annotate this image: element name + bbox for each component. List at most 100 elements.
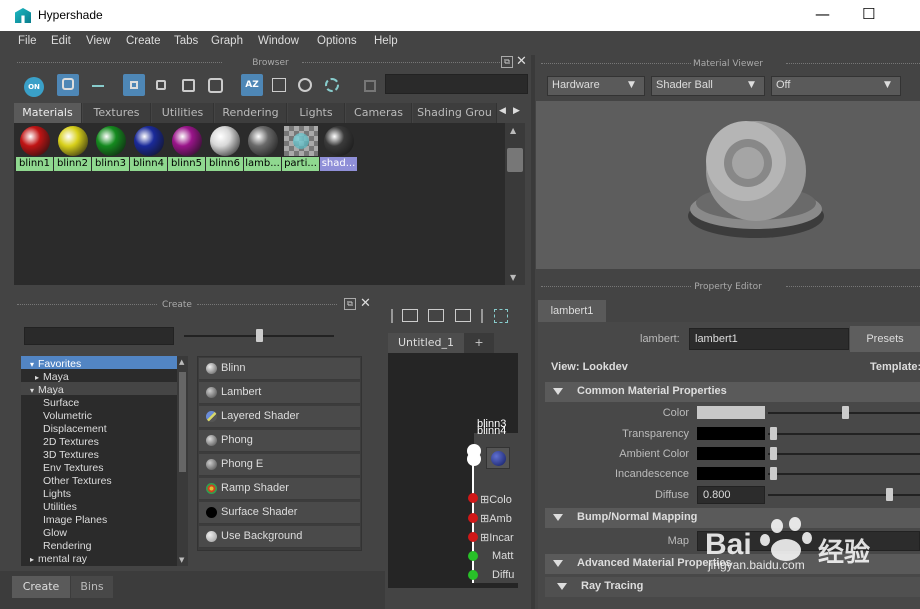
- material-swatch[interactable]: parti...: [282, 123, 319, 173]
- incandescence-swatch[interactable]: [697, 467, 765, 480]
- create-node-item[interactable]: Layered Shader: [199, 406, 360, 428]
- maximize-button[interactable]: ☐: [862, 5, 875, 23]
- port-diffuse[interactable]: [468, 570, 478, 580]
- material-swatch[interactable]: blinn2: [54, 123, 91, 173]
- tab-utilities[interactable]: Utilities: [152, 103, 214, 123]
- tree-item[interactable]: ▾ Maya: [30, 384, 64, 396]
- create-node-item[interactable]: Phong: [199, 430, 360, 452]
- tab-scroll-left-icon[interactable]: ◀: [499, 106, 506, 116]
- incandescence-slider-thumb[interactable]: [770, 467, 777, 480]
- menu-window[interactable]: Window: [258, 35, 299, 47]
- tree-scrollbar[interactable]: ▲ ▼: [177, 356, 188, 566]
- menu-options[interactable]: Options: [317, 35, 357, 47]
- graph-output-icon[interactable]: [455, 309, 471, 322]
- swatch-view-icon[interactable]: [57, 74, 79, 96]
- tab-cameras[interactable]: Cameras: [346, 103, 412, 123]
- tree-item[interactable]: Utilities: [43, 501, 77, 513]
- color-swatch[interactable]: [697, 406, 765, 419]
- section-bump-mapping[interactable]: Bump/Normal Mapping: [545, 508, 920, 528]
- menu-create[interactable]: Create: [126, 35, 161, 47]
- transparency-slider-thumb[interactable]: [770, 427, 777, 440]
- sort-type-icon[interactable]: [272, 78, 286, 92]
- tree-item[interactable]: Displacement: [43, 423, 107, 435]
- tab-materials[interactable]: Materials: [14, 103, 82, 123]
- material-swatch[interactable]: blinn1: [16, 123, 53, 173]
- create-close-icon[interactable]: ✕: [360, 296, 371, 311]
- diffuse-slider-thumb[interactable]: [886, 488, 893, 501]
- lock-icon[interactable]: [364, 80, 376, 92]
- material-swatch[interactable]: lamb...: [244, 123, 281, 173]
- on-toggle-icon[interactable]: ON: [24, 77, 44, 97]
- geometry-dropdown[interactable]: Shader Ball ▼: [651, 76, 765, 96]
- close-panel-icon[interactable]: ✕: [516, 54, 527, 69]
- material-swatch[interactable]: blinn5: [168, 123, 205, 173]
- material-preview[interactable]: [536, 101, 920, 269]
- small-swatch-icon[interactable]: [123, 74, 145, 96]
- tab-lights[interactable]: Lights: [288, 103, 345, 123]
- tab-rendering[interactable]: Rendering: [215, 103, 287, 123]
- ambient-slider[interactable]: [768, 453, 920, 455]
- presets-button[interactable]: Presets: [850, 326, 920, 352]
- graph-input-icon[interactable]: [402, 309, 418, 322]
- map-input[interactable]: [697, 531, 920, 551]
- tree-expand-icon[interactable]: ▾: [30, 360, 34, 369]
- menu-view[interactable]: View: [86, 35, 111, 47]
- medium-swatch-icon[interactable]: [156, 80, 166, 90]
- diffuse-slider[interactable]: [768, 494, 920, 496]
- environment-dropdown[interactable]: Off ▼: [771, 76, 901, 96]
- list-view-icon[interactable]: [92, 85, 104, 87]
- tab-textures[interactable]: Textures: [83, 103, 151, 123]
- browser-search-input[interactable]: [385, 74, 528, 94]
- xlarge-swatch-icon[interactable]: [208, 78, 223, 93]
- minimize-button[interactable]: —: [815, 5, 830, 23]
- create-node-item[interactable]: Use Background: [199, 526, 360, 548]
- tab-shading-groups[interactable]: Shading Grou: [413, 103, 497, 123]
- material-name-input[interactable]: lambert1: [689, 328, 849, 350]
- renderer-dropdown[interactable]: Hardware ▼: [547, 76, 645, 96]
- create-search-input[interactable]: [24, 327, 174, 345]
- graph-io-icon[interactable]: [428, 309, 444, 322]
- color-slider-thumb[interactable]: [842, 406, 849, 419]
- create-float-icon[interactable]: ⧉: [344, 298, 356, 310]
- tree-item[interactable]: Env Textures: [43, 462, 104, 474]
- refresh-icon[interactable]: [325, 78, 339, 92]
- tree-item[interactable]: Rendering: [43, 540, 91, 552]
- browser-scrollbar[interactable]: ▲ ▼: [505, 123, 525, 285]
- section-ray-tracing[interactable]: Ray Tracing: [545, 577, 920, 597]
- tree-expand-icon[interactable]: ▸: [35, 373, 39, 382]
- tree-item[interactable]: Volumetric: [43, 410, 92, 422]
- port-color[interactable]: [468, 493, 478, 503]
- tree-item[interactable]: ▸ Maya: [35, 371, 69, 383]
- section-common-material[interactable]: Common Material Properties: [545, 382, 920, 402]
- ambient-swatch[interactable]: [697, 447, 765, 460]
- material-swatch[interactable]: shad...: [320, 123, 357, 173]
- tree-item[interactable]: Image Planes: [43, 514, 107, 526]
- menu-edit[interactable]: Edit: [51, 35, 71, 47]
- port-matte[interactable]: [468, 551, 478, 561]
- tree-item[interactable]: ▾ Favorites: [30, 358, 81, 370]
- tree-item[interactable]: 3D Textures: [43, 449, 99, 461]
- create-node-item[interactable]: Lambert: [199, 382, 360, 404]
- float-panel-icon[interactable]: ⧉: [501, 56, 513, 68]
- menu-tabs[interactable]: Tabs: [174, 35, 198, 47]
- material-swatch[interactable]: blinn6: [206, 123, 243, 173]
- incandescence-slider[interactable]: [768, 473, 920, 475]
- material-swatch[interactable]: blinn3: [92, 123, 129, 173]
- tab-bins[interactable]: Bins: [71, 576, 113, 598]
- create-zoom-thumb[interactable]: [256, 329, 263, 342]
- sort-time-icon[interactable]: [298, 78, 312, 92]
- transparency-swatch[interactable]: [697, 427, 765, 440]
- tree-expand-icon[interactable]: ▾: [30, 386, 34, 395]
- menu-help[interactable]: Help: [374, 35, 398, 47]
- port-incandescence[interactable]: [468, 532, 478, 542]
- section-advanced-material[interactable]: Advanced Material Properties: [545, 554, 920, 574]
- material-swatch[interactable]: blinn4: [130, 123, 167, 173]
- tab-lambert1[interactable]: lambert1: [538, 300, 606, 322]
- graph-frame-icon[interactable]: [494, 309, 508, 323]
- create-node-item[interactable]: Ramp Shader: [199, 478, 360, 500]
- menu-graph[interactable]: Graph: [211, 35, 243, 47]
- large-swatch-icon[interactable]: [182, 79, 195, 92]
- menu-file[interactable]: File: [18, 35, 37, 47]
- transparency-slider[interactable]: [768, 433, 920, 435]
- tree-item[interactable]: 2D Textures: [43, 436, 99, 448]
